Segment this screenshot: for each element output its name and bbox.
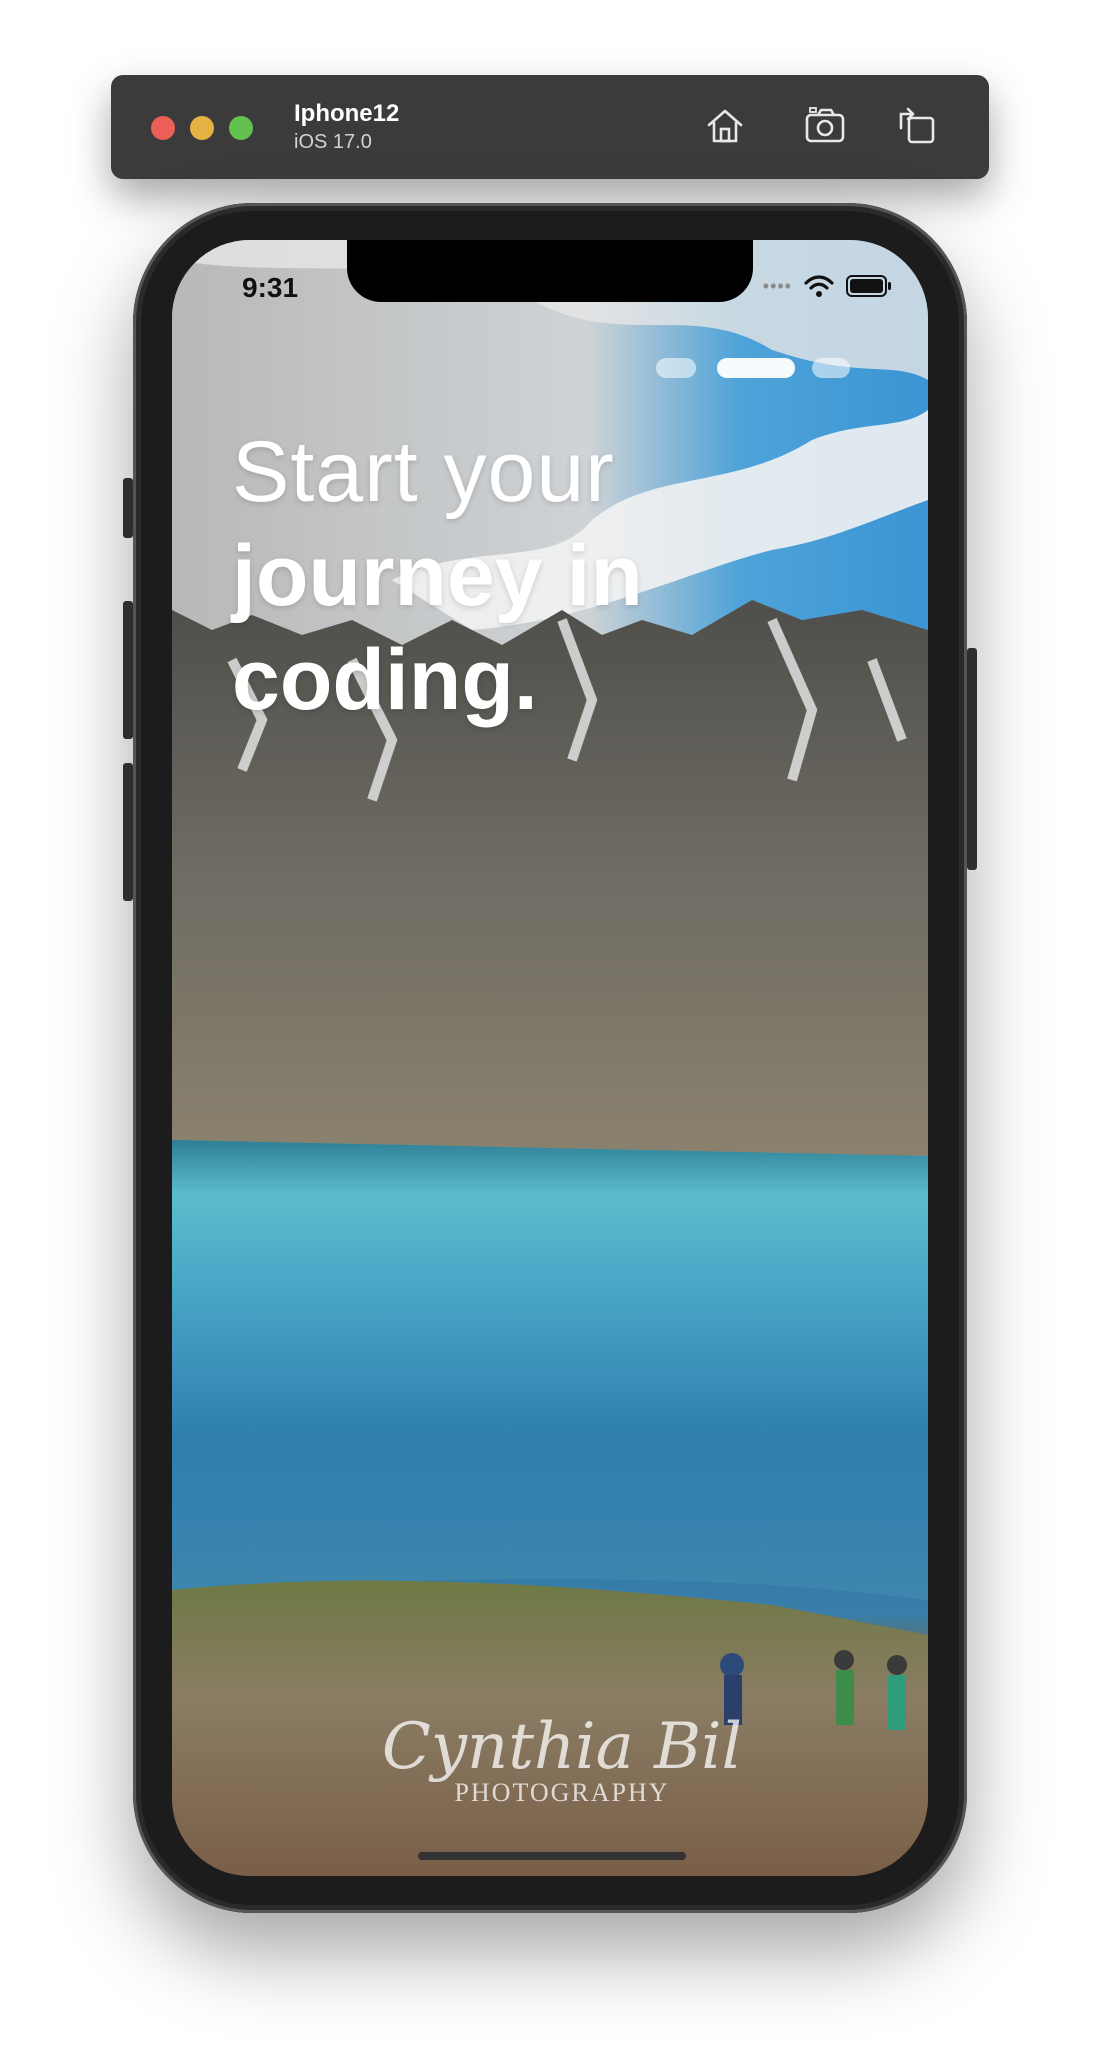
page-indicator-dot-1[interactable] <box>656 358 696 378</box>
home-button[interactable] <box>700 101 750 151</box>
rotate-button[interactable] <box>892 101 942 151</box>
power-button[interactable] <box>967 648 977 870</box>
close-window-button[interactable] <box>151 116 175 140</box>
headline-light: Start your <box>232 424 615 520</box>
watermark-signature: Cynthia Bil <box>381 1710 743 1784</box>
home-icon <box>707 109 743 143</box>
battery-icon <box>846 275 891 297</box>
onboarding-headline: Start your journey in coding. <box>232 420 643 732</box>
volume-up-button[interactable] <box>123 601 133 739</box>
wifi-icon <box>804 275 834 297</box>
app-screen: 9:31 •••• Start your journey in coding. … <box>172 240 928 1876</box>
screenshot-icon <box>805 107 845 143</box>
screenshot-button[interactable] <box>801 101 851 151</box>
headline-bold-1: journey in <box>232 528 643 624</box>
photo-watermark: Cynthia Bil PHOTOGRAPHY <box>322 1710 802 1808</box>
home-indicator[interactable] <box>418 1852 686 1860</box>
mute-switch[interactable] <box>123 478 133 538</box>
page-indicator-dot-2-active[interactable] <box>717 358 795 378</box>
minimize-window-button[interactable] <box>190 116 214 140</box>
signal-dots: •••• <box>762 275 792 296</box>
zoom-window-button[interactable] <box>229 116 253 140</box>
device-name: Iphone12 <box>294 100 400 127</box>
headline-bold-2: coding. <box>232 632 538 728</box>
rotate-icon <box>899 107 935 144</box>
notch <box>347 240 753 302</box>
status-time: 9:31 <box>242 272 299 303</box>
simulator-titlebar: Iphone12 iOS 17.0 <box>111 75 989 179</box>
os-version: iOS 17.0 <box>294 131 372 153</box>
status-icons: •••• <box>763 274 892 298</box>
volume-down-button[interactable] <box>123 763 133 901</box>
page-indicator-dot-3[interactable] <box>812 358 850 378</box>
